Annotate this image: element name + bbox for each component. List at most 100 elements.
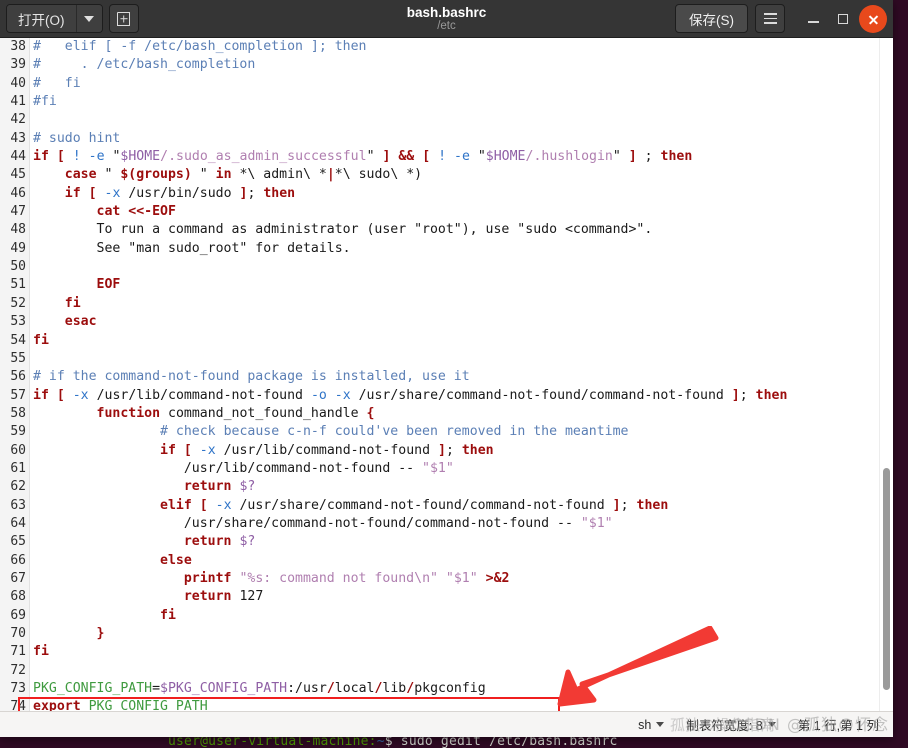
code-line[interactable]: return $?: [33, 478, 893, 496]
code-line[interactable]: [33, 111, 893, 129]
line-number: 39: [0, 56, 29, 74]
code-line[interactable]: fi: [33, 607, 893, 625]
code-token: [33, 534, 184, 549]
open-dropdown-button[interactable]: [77, 5, 102, 32]
code-line[interactable]: [33, 258, 893, 276]
line-number: 40: [0, 75, 29, 93]
code-line[interactable]: To run a command as administrator (user …: [33, 221, 893, 239]
code-line[interactable]: # if the command-not-found package is in…: [33, 368, 893, 386]
code-line[interactable]: cat <<-EOF: [33, 203, 893, 221]
page-subtitle: /etc: [437, 20, 456, 33]
code-line[interactable]: /usr/share/command-not-found/command-not…: [33, 515, 893, 533]
code-token: ]: [732, 388, 740, 403]
code-line[interactable]: # fi: [33, 75, 893, 93]
code-token: [: [184, 443, 192, 458]
tab-width-selector[interactable]: 制表符宽度: 8: [686, 715, 775, 734]
line-number: 59: [0, 423, 29, 441]
code-token: /usr/share/command-not-found/command-not…: [33, 516, 581, 531]
vertical-scrollbar[interactable]: [879, 38, 893, 711]
code-token: [: [200, 498, 208, 513]
line-number: 52: [0, 295, 29, 313]
maximize-button[interactable]: [829, 5, 857, 33]
code-token: {: [367, 406, 375, 421]
code-line[interactable]: if [ -x /usr/lib/command-not-found -o -x…: [33, 387, 893, 405]
code-token: [33, 314, 65, 329]
editor-area[interactable]: 3839404142434445464748495051525354555657…: [0, 38, 893, 711]
code-line[interactable]: #fi: [33, 93, 893, 111]
code-line[interactable]: [33, 350, 893, 368]
code-line[interactable]: # check because c-n-f could've been remo…: [33, 423, 893, 441]
code-token: &&: [398, 149, 414, 164]
line-number: 55: [0, 350, 29, 368]
code-token: [33, 443, 160, 458]
minimize-button[interactable]: [799, 5, 827, 33]
code-line[interactable]: export PKG_CONFIG_PATH: [33, 698, 893, 711]
chevron-down-icon: [84, 16, 94, 22]
code-line[interactable]: else: [33, 552, 893, 570]
gedit-window: 打开(O) bash.bashrc /etc 保存(S): [0, 0, 893, 737]
code-line[interactable]: [33, 662, 893, 680]
close-button[interactable]: [859, 5, 887, 33]
save-button[interactable]: 保存(S): [675, 4, 748, 33]
code-token: [33, 296, 65, 311]
code-token: [33, 608, 160, 623]
line-number: 53: [0, 313, 29, 331]
code-token: return: [184, 589, 232, 604]
code-token: To run a command as administrator (user …: [33, 222, 652, 237]
cursor-position-label: 第 1 行,第 1 列: [798, 715, 879, 734]
code-token: [414, 149, 422, 164]
chevron-down-icon: [768, 722, 776, 727]
code-content[interactable]: # elif [ -f /etc/bash_completion ]; then…: [30, 38, 893, 711]
code-token: EOF: [97, 277, 121, 292]
new-document-button[interactable]: [109, 4, 139, 33]
code-token: ;: [740, 388, 756, 403]
code-line[interactable]: fi: [33, 332, 893, 350]
code-line[interactable]: function command_not_found_handle {: [33, 405, 893, 423]
code-line[interactable]: # elif [ -f /etc/bash_completion ]; then: [33, 38, 893, 56]
code-line[interactable]: if [ ! -e "$HOME/.sudo_as_admin_successf…: [33, 148, 893, 166]
code-token: }: [97, 626, 105, 641]
code-token: function: [97, 406, 161, 421]
code-token: [208, 498, 216, 513]
code-token: [327, 388, 335, 403]
code-line[interactable]: See "man sudo_root" for details.: [33, 240, 893, 258]
code-token: printf: [184, 571, 232, 586]
code-token: [33, 186, 65, 201]
line-number: 72: [0, 662, 29, 680]
code-line[interactable]: printf "%s: command not found\n" "$1" >&…: [33, 570, 893, 588]
code-token: cat <<-EOF: [97, 204, 176, 219]
line-number: 62: [0, 478, 29, 496]
open-split-button[interactable]: 打开(O): [6, 4, 103, 33]
code-token: ;: [446, 443, 462, 458]
code-token: ]: [613, 498, 621, 513]
code-token: -e: [89, 149, 105, 164]
code-token: "$1": [581, 516, 613, 531]
code-line[interactable]: EOF: [33, 276, 893, 294]
code-token: [446, 149, 454, 164]
code-line[interactable]: elif [ -x /usr/share/command-not-found/c…: [33, 497, 893, 515]
line-number: 58: [0, 405, 29, 423]
open-button[interactable]: 打开(O): [7, 5, 77, 32]
scrollbar-thumb[interactable]: [883, 468, 890, 690]
code-line[interactable]: fi: [33, 643, 893, 661]
language-label: sh: [638, 718, 651, 732]
code-line[interactable]: case " $(groups) " in *\ admin\ *|*\ sud…: [33, 166, 893, 184]
code-line[interactable]: return $?: [33, 533, 893, 551]
code-line[interactable]: # sudo hint: [33, 130, 893, 148]
code-line[interactable]: return 127: [33, 588, 893, 606]
code-line[interactable]: # . /etc/bash_completion: [33, 56, 893, 74]
code-token: $PKG_CONFIG_PATH: [160, 681, 287, 696]
code-line[interactable]: if [ -x /usr/lib/command-not-found ]; th…: [33, 442, 893, 460]
code-line[interactable]: }: [33, 625, 893, 643]
code-token: $HOME: [486, 149, 526, 164]
code-token: $HOME: [120, 149, 160, 164]
code-line[interactable]: fi: [33, 295, 893, 313]
code-line[interactable]: /usr/lib/command-not-found -- "$1": [33, 460, 893, 478]
language-selector[interactable]: sh: [638, 718, 664, 732]
code-line[interactable]: if [ -x /usr/bin/sudo ]; then: [33, 185, 893, 203]
code-token: [65, 149, 73, 164]
screen: user@user-virtual-machine:~$ sudo gedit …: [0, 0, 908, 748]
hamburger-menu-icon[interactable]: [755, 4, 785, 33]
code-line[interactable]: PKG_CONFIG_PATH=$PKG_CONFIG_PATH:/usr/lo…: [33, 680, 893, 698]
code-line[interactable]: esac: [33, 313, 893, 331]
